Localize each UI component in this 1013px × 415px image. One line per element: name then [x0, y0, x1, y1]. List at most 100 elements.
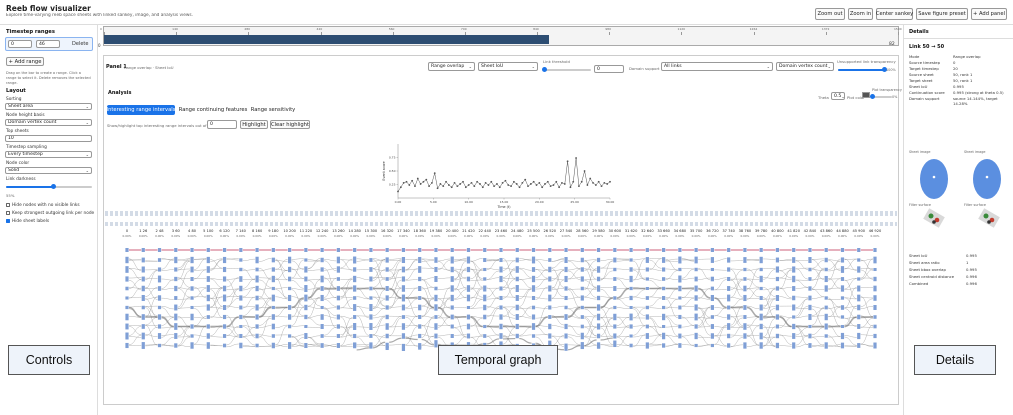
sankey-node[interactable]	[548, 285, 552, 292]
sankey-node[interactable]	[450, 266, 454, 273]
sankey-node[interactable]	[141, 342, 145, 349]
sankey-node[interactable]	[596, 295, 601, 301]
sankey-node[interactable]	[157, 333, 162, 339]
sankey-node[interactable]	[840, 277, 845, 281]
sankey-node[interactable]	[304, 248, 308, 252]
sankey-node[interactable]	[580, 315, 584, 319]
sankey-node[interactable]	[857, 343, 861, 348]
sankey-node[interactable]	[629, 334, 633, 338]
add-range-button[interactable]: + Add range	[6, 57, 44, 66]
sankey-node[interactable]	[792, 315, 796, 319]
sankey-node[interactable]	[401, 248, 406, 252]
sankey-node[interactable]	[271, 342, 275, 349]
sankey-node[interactable]	[336, 295, 340, 301]
sankey-node[interactable]	[873, 324, 877, 329]
sankey-node[interactable]	[792, 286, 796, 291]
range-start-input[interactable]: 0	[8, 40, 32, 48]
sankey-node[interactable]	[125, 305, 129, 310]
sankey-node[interactable]	[125, 266, 129, 273]
sankey-node[interactable]	[596, 304, 601, 311]
sankey-node[interactable]	[369, 344, 373, 349]
sankey-node[interactable]	[385, 295, 389, 301]
sankey-node[interactable]	[336, 248, 340, 252]
sankey-node[interactable]	[304, 324, 308, 329]
sankey-node[interactable]	[450, 314, 454, 320]
sankey-node[interactable]	[190, 324, 194, 329]
sankey-node[interactable]	[385, 305, 389, 310]
sankey-node[interactable]	[466, 314, 471, 320]
sankey-node[interactable]	[483, 277, 487, 281]
sankey-node[interactable]	[483, 248, 487, 252]
sankey-node[interactable]	[743, 305, 747, 310]
sankey-node[interactable]	[401, 333, 406, 339]
top-sheets-input[interactable]: 10	[5, 135, 92, 142]
sankey-node[interactable]	[873, 333, 877, 339]
sankey-node[interactable]	[385, 267, 389, 272]
sankey-node[interactable]	[450, 294, 454, 302]
sankey-node[interactable]	[727, 323, 731, 330]
sankey-node[interactable]	[141, 257, 145, 263]
sankey-node[interactable]	[255, 343, 259, 348]
sankey-node[interactable]	[499, 314, 503, 320]
sankey-node[interactable]	[157, 305, 162, 310]
sankey-node[interactable]	[824, 267, 828, 272]
sankey-node[interactable]	[580, 286, 584, 291]
sankey-node[interactable]	[157, 324, 162, 329]
sankey-node[interactable]	[288, 324, 292, 329]
sankey-node[interactable]	[662, 313, 666, 321]
measure-select[interactable]: Sheet IoU ⌄	[478, 62, 538, 71]
sankey-node[interactable]	[808, 295, 812, 301]
sankey-node[interactable]	[531, 285, 536, 292]
node-height-select[interactable]: Domain vertex count ⌄	[5, 119, 92, 126]
sankey-node[interactable]	[369, 323, 373, 330]
sankey-node[interactable]	[775, 314, 780, 320]
sankey-node[interactable]	[353, 275, 357, 283]
sankey-node[interactable]	[222, 266, 227, 273]
sankey-node[interactable]	[531, 334, 536, 338]
sankey-node[interactable]	[353, 304, 357, 311]
sankey-node[interactable]	[548, 276, 552, 282]
sankey-node[interactable]	[369, 304, 373, 311]
sankey-node[interactable]	[450, 334, 454, 338]
sankey-node[interactable]	[239, 305, 243, 310]
sankey-node[interactable]	[580, 248, 584, 252]
sankey-node[interactable]	[727, 286, 731, 291]
sankey-node[interactable]	[466, 285, 471, 292]
sankey-node[interactable]	[743, 323, 747, 330]
sankey-node[interactable]	[434, 304, 438, 311]
sankey-node[interactable]	[710, 294, 714, 302]
sankey-node[interactable]	[320, 286, 324, 291]
sankey-node[interactable]	[645, 314, 649, 320]
sankey-node[interactable]	[759, 275, 763, 283]
sankey-node[interactable]	[369, 286, 373, 291]
sankey-node[interactable]	[206, 324, 210, 329]
sankey-node[interactable]	[174, 267, 178, 272]
highlight-count-input[interactable]: 0	[207, 120, 237, 129]
sankey-node[interactable]	[499, 275, 503, 283]
sankey-node[interactable]	[743, 342, 747, 349]
sankey-node[interactable]	[840, 342, 845, 349]
sankey-node[interactable]	[320, 294, 324, 302]
sankey-node[interactable]	[239, 285, 243, 292]
sankey-node[interactable]	[662, 343, 666, 348]
sankey-node[interactable]	[678, 267, 682, 272]
sankey-node[interactable]	[141, 266, 145, 273]
sankey-node[interactable]	[629, 324, 633, 329]
sankey-node[interactable]	[613, 277, 617, 281]
sankey-node[interactable]	[613, 248, 617, 252]
sankey-node[interactable]	[743, 277, 747, 281]
sankey-node[interactable]	[759, 286, 763, 291]
sankey-node[interactable]	[304, 294, 308, 302]
timeline[interactable]: 0 140 280 420 560 700 840 980 1120 1264 1372 1500 0…	[98, 26, 902, 48]
sankey-node[interactable]	[401, 346, 406, 351]
sankey-node[interactable]	[613, 296, 617, 300]
sankey-node[interactable]	[336, 256, 340, 264]
sankey-node[interactable]	[320, 343, 324, 348]
sankey-node[interactable]	[418, 286, 422, 291]
sankey-node[interactable]	[694, 324, 698, 329]
sankey-node[interactable]	[645, 333, 649, 339]
sankey-node[interactable]	[857, 248, 861, 252]
sankey-node[interactable]	[759, 304, 763, 311]
sankey-node[interactable]	[125, 323, 129, 330]
sankey-node[interactable]	[840, 248, 845, 252]
